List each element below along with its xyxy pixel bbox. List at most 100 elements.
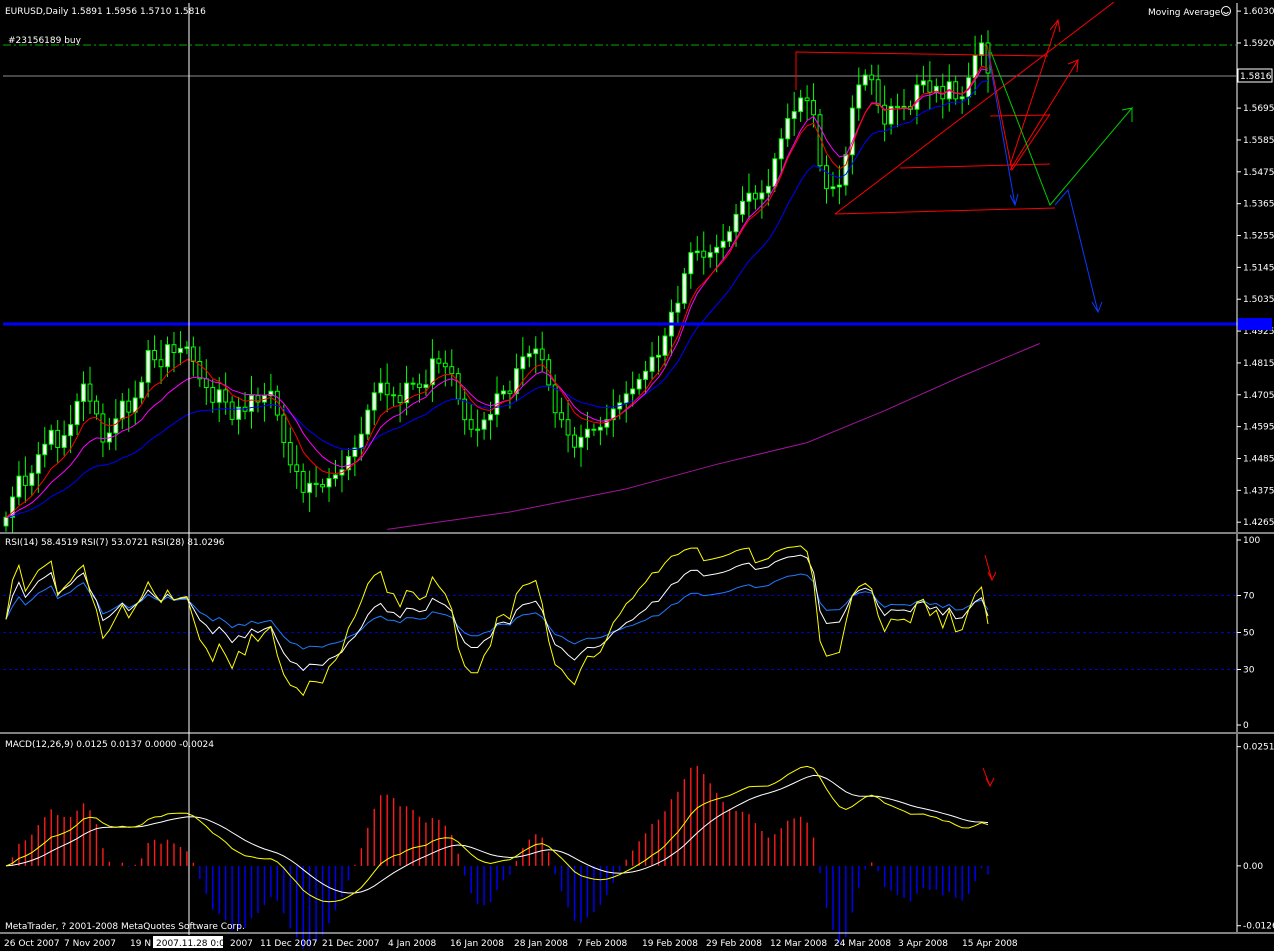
candle-body: [152, 349, 158, 361]
time-axis-label: 7 Nov 2007: [64, 939, 116, 949]
candle-body: [126, 400, 132, 413]
candle-body: [830, 186, 836, 190]
candle-body: [16, 475, 22, 498]
candle-body: [643, 370, 649, 380]
candle-body: [210, 387, 216, 403]
candle-body: [914, 84, 920, 110]
price-tick-label: 1.5695: [1243, 104, 1274, 114]
candle-body: [688, 252, 694, 275]
candle-body: [849, 107, 855, 156]
candle-body: [630, 388, 636, 395]
candle-body: [397, 395, 403, 404]
candle-body: [190, 346, 196, 362]
candle-body: [139, 381, 145, 399]
candle-body: [785, 118, 791, 140]
chart-background: [0, 0, 1274, 951]
candle-body: [824, 165, 829, 190]
trading-chart[interactable]: 1.6030 1.5920 1.5695 1.5585 1.5475 1.5365 1.52…: [0, 0, 1274, 951]
candle-body: [249, 395, 254, 412]
rsi-tick-label: 50: [1243, 629, 1255, 639]
candle-body: [862, 74, 868, 86]
candle-body: [585, 428, 590, 438]
price-tick-label: 1.4815: [1243, 359, 1274, 369]
time-axis-label: 21 Dec 2007: [322, 939, 380, 949]
candle-body: [94, 400, 99, 415]
candle-body: [895, 105, 900, 109]
candle-body: [979, 42, 984, 56]
candle-body: [520, 356, 526, 370]
candle-body: [326, 477, 332, 488]
candle-body: [113, 418, 119, 434]
copyright-label: MetaTrader, ? 2001-2008 MetaQuotes Softw…: [5, 922, 245, 932]
candle-body: [475, 428, 481, 431]
candle-body: [294, 464, 300, 473]
candle-body: [74, 400, 80, 426]
candle-body: [68, 424, 74, 437]
candle-body: [358, 433, 364, 449]
rsi-tick-label: 100: [1243, 536, 1260, 546]
candle-body: [177, 347, 183, 353]
candle-body: [597, 426, 603, 431]
candle-body: [42, 443, 48, 456]
candle-body: [468, 419, 474, 430]
candle-body: [87, 383, 93, 402]
price-tick-label: 1.4485: [1243, 454, 1274, 464]
candle-body: [733, 213, 739, 233]
candle-body: [836, 184, 842, 188]
time-axis-label: 28 Jan 2008: [514, 939, 568, 949]
candle-body: [313, 482, 319, 486]
time-axis-label: 29 Feb 2008: [706, 939, 762, 949]
candle-body: [307, 482, 313, 493]
candle-body: [378, 382, 384, 394]
time-axis-label: 24 Mar 2008: [834, 939, 891, 949]
candle-body: [365, 409, 371, 435]
macd-title: MACD(12,26,9) 0.0125 0.0137 0.0000 -0.00…: [5, 740, 214, 750]
candle-body: [501, 390, 506, 395]
candle-body: [165, 344, 170, 368]
candle-body: [171, 344, 177, 353]
candle-body: [533, 348, 539, 355]
candle-body: [875, 79, 881, 106]
candle-body: [578, 436, 584, 448]
price-tick-label: 1.4705: [1243, 391, 1274, 401]
candle-body: [81, 383, 86, 402]
candle-body: [869, 74, 875, 81]
candle-body: [216, 389, 222, 403]
time-axis-label: 2007: [230, 939, 253, 949]
candle-body: [856, 84, 862, 109]
candle-body: [3, 516, 9, 527]
candle-body: [22, 475, 28, 486]
candle-body: [772, 158, 778, 187]
candle-body: [765, 185, 771, 194]
price-tick-label: 1.4375: [1243, 486, 1274, 496]
order-label: #23156189 buy: [8, 36, 82, 46]
candle-body: [707, 252, 713, 258]
candle-body: [953, 81, 959, 100]
price-tick-label: 1.5365: [1243, 200, 1274, 210]
time-axis-label: 3 Apr 2008: [898, 939, 948, 949]
time-axis-label: 16 Jan 2008: [450, 939, 504, 949]
price-tick-label: 1.4595: [1243, 423, 1274, 433]
candle-body: [565, 419, 571, 436]
candle-body: [623, 393, 629, 404]
candle-body: [158, 359, 164, 368]
candle-body: [662, 335, 668, 356]
time-axis-label: 19 Feb 2008: [642, 939, 698, 949]
candle-body: [526, 353, 532, 358]
candle-body: [371, 392, 377, 411]
candle-body: [300, 471, 306, 493]
candle-body: [436, 358, 442, 364]
candle-body: [281, 414, 287, 444]
candle-body: [656, 354, 661, 358]
price-chart-title: EURUSD,Daily 1.5891 1.5956 1.5710 1.5816: [5, 7, 206, 17]
price-tick-label: 1.4265: [1243, 518, 1274, 528]
macd-tick-label: 0.0251: [1243, 743, 1274, 753]
candle-body: [546, 359, 552, 386]
candle-body: [48, 429, 54, 445]
candle-body: [417, 383, 422, 389]
time-axis-label: 26 Oct 2007: [4, 939, 60, 949]
candle-body: [927, 80, 933, 93]
candle-body: [649, 356, 655, 372]
candle-body: [752, 192, 758, 200]
candle-body: [229, 401, 235, 420]
